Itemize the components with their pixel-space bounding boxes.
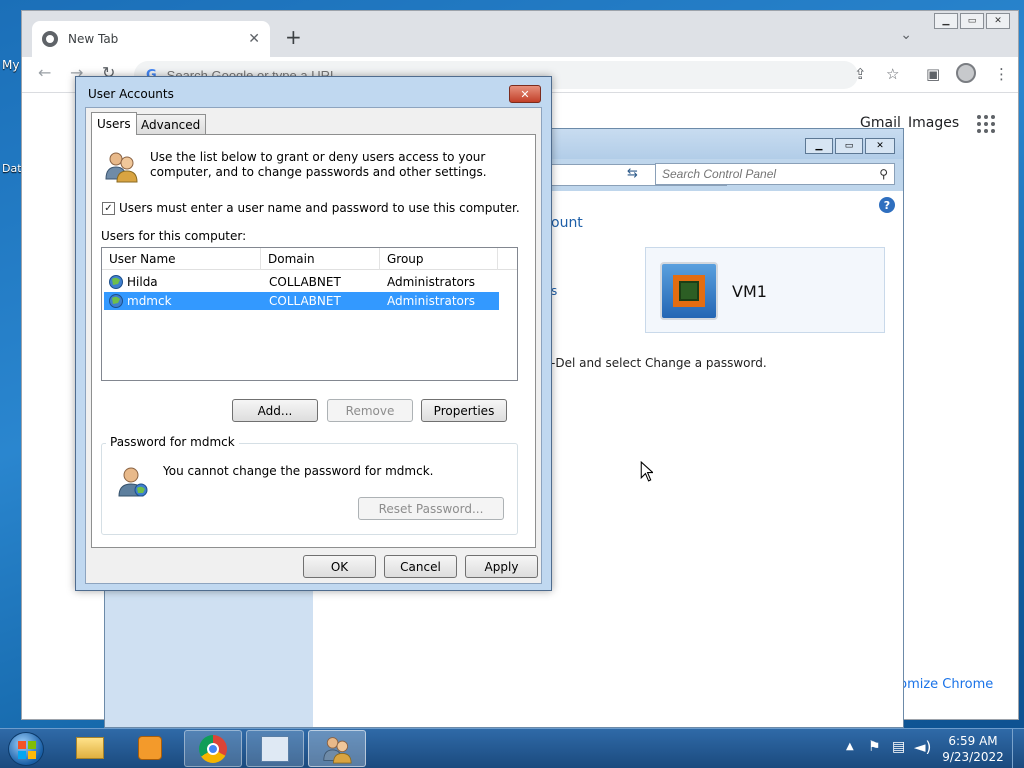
close-window-button[interactable]: ✕ [865,138,895,154]
control-panel-search[interactable]: ⚲ [655,163,895,185]
password-group: Password for mdmck You cannot change the… [101,435,518,535]
table-row[interactable]: mdmck COLLABNET Administrators [104,292,499,310]
minimize-button[interactable]: ▁ [934,13,958,29]
back-arrow-icon[interactable]: ← [38,63,51,82]
group-cell: Administrators [387,294,476,308]
require-login-checkbox[interactable]: ✓ [102,201,115,215]
domain-cell: COLLABNET [269,294,341,308]
user-accounts-dialog: User Accounts ✕ Users Advanced Use the l… [75,76,552,591]
account-card: VM1 [645,247,885,333]
profile-avatar-icon[interactable] [956,63,976,83]
tab-close-icon[interactable]: ✕ [248,31,260,47]
group-cell: Administrators [387,275,476,289]
search-icon[interactable]: ⚲ [879,167,888,181]
volume-icon[interactable]: ◄) [914,738,931,756]
users-icon [105,152,138,183]
taskbar: ▲ ⚑ ▤ ◄) 6:59 AM 9/23/2022 [0,728,1024,768]
password-group-title: Password for mdmck [106,435,239,449]
taskbar-explorer-button[interactable] [62,731,118,767]
dialog-body: Users Advanced Use the list below to gra… [85,107,542,584]
control-panel-icon [261,736,289,762]
chrome-tab-strip: New Tab ✕ + ⌄ ▁ ▭ ✕ [22,11,1018,57]
user-row-icon [109,294,123,308]
users-list[interactable]: User Name Domain Group Hilda COLLABNET A [101,247,518,381]
add-user-button[interactable]: Add... [232,399,318,422]
chrome-icon [199,735,227,763]
show-hidden-icons-chevron-icon[interactable]: ▲ [846,741,854,752]
apply-button[interactable]: Apply [465,555,538,578]
start-button[interactable] [8,732,44,766]
users-list-label: Users for this computer: [101,229,247,243]
user-password-icon [118,467,148,497]
users-icon [323,737,352,764]
users-tab-panel: Use the list below to grant or deny user… [91,134,536,548]
clock-date: 9/23/2022 [942,750,1004,764]
taskbar-chrome-button[interactable] [184,730,242,767]
column-header-user-name[interactable]: User Name [102,248,261,270]
taskbar-user-accounts-button[interactable] [308,730,366,767]
chrome-favicon-icon [42,31,58,47]
account-picture-icon[interactable] [660,262,718,320]
password-status-text: You cannot change the password for mdmck… [163,464,434,478]
new-tab-button[interactable]: + [285,25,302,49]
user-row-icon [109,275,123,289]
desktop-icon-label[interactable]: Dat [2,162,22,175]
column-header-group[interactable]: Group [380,248,498,270]
ok-button[interactable]: OK [303,555,376,578]
close-window-button[interactable]: ✕ [986,13,1010,29]
media-player-icon [138,736,162,760]
users-list-header: User Name Domain Group [102,248,517,270]
tab-users[interactable]: Users [91,112,137,135]
require-login-label: Users must enter a user name and passwor… [119,201,520,215]
tab-title: New Tab [68,32,119,46]
remove-user-button[interactable]: Remove [327,399,413,422]
tab-new-tab[interactable]: New Tab ✕ [32,21,270,57]
cancel-button[interactable]: Cancel [384,555,457,578]
control-panel-window-controls: ▁ ▭ ✕ [805,138,895,154]
page-heading: ount [551,215,583,231]
info-text: Use the list below to grant or deny user… [150,150,487,179]
table-row[interactable]: Hilda COLLABNET Administrators [104,273,499,291]
reset-password-button[interactable]: Reset Password... [358,497,504,520]
dialog-title: User Accounts [88,87,174,101]
action-center-flag-icon[interactable]: ⚑ [868,739,881,755]
windows-logo-icon [18,741,36,759]
control-panel-search-input[interactable] [662,167,862,181]
share-icon[interactable]: ⇪ [854,65,867,83]
properties-button[interactable]: Properties [421,399,507,422]
chrome-window-controls: ▁ ▭ ✕ [934,13,1010,29]
user-name-cell: Hilda [127,275,158,289]
taskbar-control-panel-button[interactable] [246,730,304,767]
require-login-row: ✓ Users must enter a user name and passw… [102,201,520,215]
folder-icon [76,737,104,759]
account-name: VM1 [732,282,767,301]
refresh-icon[interactable]: ⇆ [627,166,638,181]
chrome-menu-icon[interactable]: ⋮ [994,65,1009,83]
images-link[interactable]: Images [908,115,959,131]
domain-cell: COLLABNET [269,275,341,289]
tab-search-chevron-icon[interactable]: ⌄ [900,27,912,43]
minimize-button[interactable]: ▁ [805,138,833,154]
google-apps-icon[interactable] [977,115,995,133]
user-name-cell: mdmck [127,294,172,308]
taskbar-media-player-button[interactable] [122,731,178,767]
maximize-button[interactable]: ▭ [835,138,863,154]
maximize-button[interactable]: ▭ [960,13,984,29]
desktop-icon-label[interactable]: My [2,58,19,72]
clock[interactable]: 6:59 AM 9/23/2022 [940,733,1006,765]
tab-advanced[interactable]: Advanced [135,114,207,134]
column-header-domain[interactable]: Domain [261,248,380,270]
change-password-hint: -Del and select Change a password. [551,356,767,370]
dialog-close-button[interactable]: ✕ [509,85,541,103]
bookmark-star-icon[interactable]: ☆ [886,65,899,83]
side-panel-icon[interactable]: ▣ [926,65,940,83]
show-desktop-button[interactable] [1012,729,1024,768]
mouse-cursor-icon [640,461,653,482]
clock-time: 6:59 AM [948,734,998,748]
help-icon[interactable]: ? [879,197,895,213]
network-icon[interactable]: ▤ [892,739,905,755]
column-header-filler [498,248,517,270]
